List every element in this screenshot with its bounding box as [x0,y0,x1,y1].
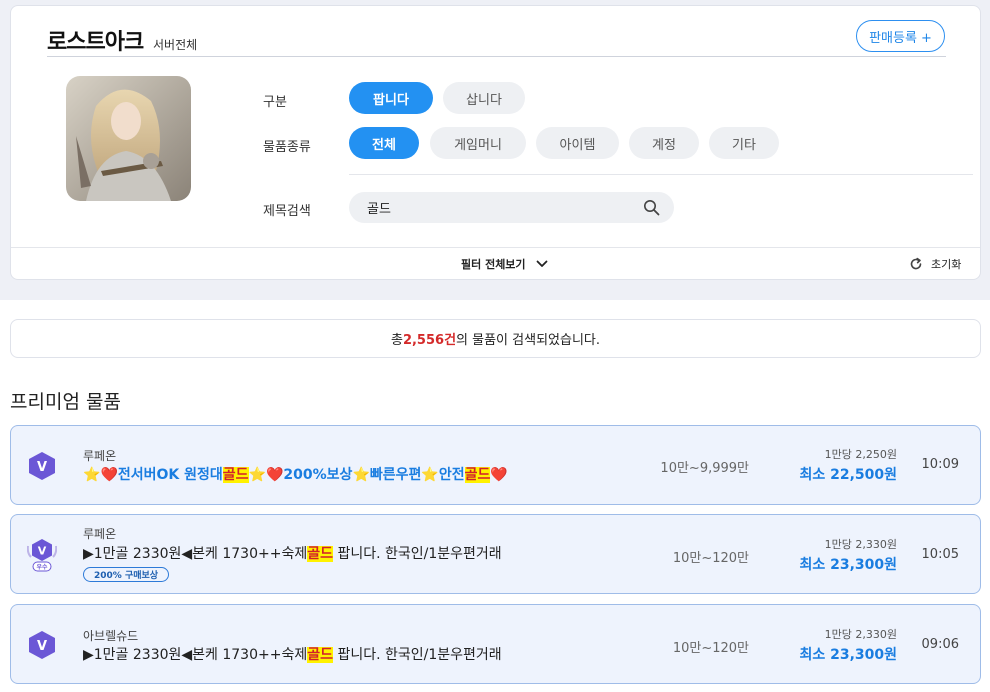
item-min-price: 최소 22,500원 [799,467,897,483]
search-input[interactable] [367,192,627,223]
star-icon: ⭐ [352,467,370,483]
search-box [349,192,674,223]
reset-button[interactable]: 초기화 [909,256,961,272]
grade-badge-icon: V [29,631,55,659]
title-divider [47,56,946,57]
title-text: 팝니다. 한국인/1분우편거래 [333,546,502,562]
heart-icon: ❤️ [490,467,508,483]
item-min-price: 최소 23,300원 [799,647,897,663]
item-unit-price: 1만당 2,330원 [824,628,897,641]
title-highlight: 골드 [307,647,333,663]
results-area: 총 2,556건 의 물품이 검색되었습니다. 프리미엄 물품 V 루페온 ⭐❤️… [0,300,990,692]
star-icon: ⭐ [83,467,101,483]
title-text: ▶1만골 2330원◀본케 1730++숙제 [83,546,308,562]
heart-icon: ❤️ [100,467,118,483]
list-item[interactable]: V 루페온 ⭐❤️전서버OK 원정대골드⭐❤️200%보상⭐빠른우편⭐안전골드❤… [10,425,981,505]
type-option-sell[interactable]: 팝니다 [349,82,433,114]
category-option-account[interactable]: 계정 [629,127,699,159]
reset-label: 초기화 [931,258,962,271]
title-text: 빠른우편 [369,467,422,483]
chevron-down-icon [536,260,547,267]
result-count-box: 총 2,556건 의 물품이 검색되었습니다. [10,319,981,358]
show-all-filters-label: 필터 전체보기 [461,258,526,271]
title-highlight: 골드 [307,546,333,562]
category-option-item[interactable]: 아이템 [536,127,619,159]
show-all-filters-button[interactable]: 필터 전체보기 [461,256,548,272]
title-highlight: 골드 [464,467,491,483]
result-suffix: 의 물품이 검색되었습니다. [456,333,601,348]
filter-panel: 로스트아크 서버전체 판매등록 + 구분 팝니다 삽니다 물품종류 전체 게임머… [10,5,981,280]
category-label: 물품종류 [263,140,311,155]
list-item[interactable]: V 우수 루페온 ▶1만골 2330원◀본케 1730++숙제골드 팝니다. 한… [10,514,981,594]
title-highlight: 골드 [222,467,249,483]
refresh-icon [910,257,922,270]
result-count: 2,556건 [402,333,457,348]
title-text: 200%보상 [283,467,353,483]
title-text: 전서버OK 원정대 [117,467,223,483]
filter-divider [349,174,973,175]
item-time: 09:06 [921,637,959,652]
item-unit-price: 1만당 2,330원 [824,538,897,551]
type-option-buy[interactable]: 삽니다 [443,82,525,114]
item-title[interactable]: ▶1만골 2330원◀본케 1730++숙제골드 팝니다. 한국인/1분우편거래 [83,644,502,664]
item-server: 아브렐슈드 [83,629,139,643]
item-time: 10:05 [921,547,959,562]
heart-icon: ❤️ [265,467,284,483]
star-icon: ⭐ [421,467,439,483]
badge-letter: V [37,639,47,654]
register-sale-button[interactable]: 판매등록 + [856,20,945,52]
item-time: 10:09 [921,457,959,472]
reward-tag: 200% 구매보상 [83,567,170,582]
item-min-price: 최소 23,300원 [799,557,897,573]
badge-letter: V [38,545,47,558]
list-item[interactable]: V 아브렐슈드 ▶1만골 2330원◀본케 1730++숙제골드 팝니다. 한국… [10,604,981,684]
grade-badge-icon: V [29,452,55,480]
game-thumbnail [66,76,191,201]
item-range: 10만~9,999만 [660,461,749,476]
item-title[interactable]: ⭐❤️전서버OK 원정대골드⭐❤️200%보상⭐빠른우편⭐안전골드❤️ [83,464,508,484]
game-title: 로스트아크 [47,30,144,55]
title-text: ▶1만골 2330원◀본케 1730++숙제 [83,647,308,663]
server-scope: 서버전체 [153,38,198,52]
result-prefix: 총 [390,333,403,348]
badge-sub-label: 우수 [36,563,48,571]
item-range: 10만~120만 [672,551,749,566]
search-label: 제목검색 [263,204,311,219]
item-server: 루페온 [83,449,117,463]
search-icon[interactable] [643,199,660,216]
star-icon: ⭐ [248,467,266,483]
title-text: 안전 [438,467,465,483]
grade-badge-icon: V 우수 [27,539,57,572]
category-option-all[interactable]: 전체 [349,127,419,159]
item-unit-price: 1만당 2,250원 [824,448,897,461]
category-option-etc[interactable]: 기타 [709,127,779,159]
premium-section-title: 프리미엄 물품 [10,391,121,413]
item-range: 10만~120만 [672,641,749,656]
item-title[interactable]: ▶1만골 2330원◀본케 1730++숙제골드 팝니다. 한국인/1분우편거래 [83,543,502,563]
title-text: 팝니다. 한국인/1분우편거래 [333,647,502,663]
panel-divider [11,247,980,248]
type-label: 구분 [263,95,287,110]
badge-letter: V [37,460,47,475]
item-server: 루페온 [83,527,117,541]
category-option-game-money[interactable]: 게임머니 [430,127,526,159]
